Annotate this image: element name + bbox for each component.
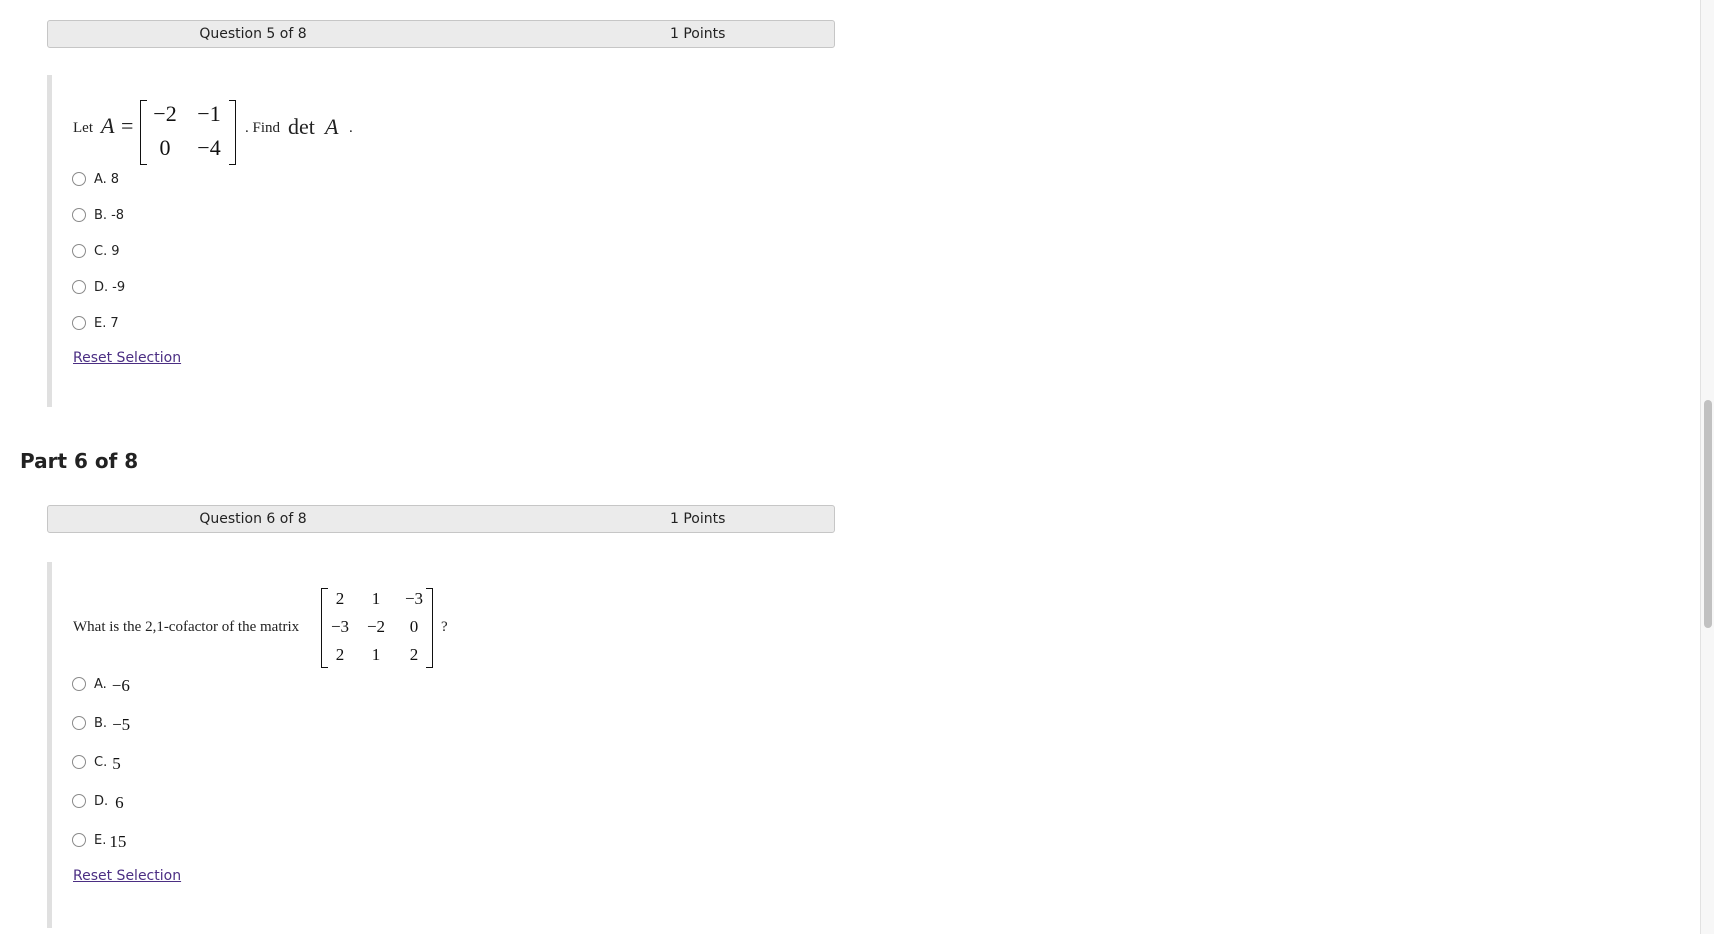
matrix-cell: −4 xyxy=(197,135,221,160)
radio-button[interactable] xyxy=(72,833,86,847)
choice-e[interactable]: E. 7 xyxy=(72,313,119,333)
stem-equals: = xyxy=(121,113,134,138)
question-5-header: Question 5 of 8 1 Points xyxy=(47,20,835,48)
question-6-header: Question 6 of 8 1 Points xyxy=(47,505,835,533)
choice-letter: E. xyxy=(94,315,107,331)
radio-button[interactable] xyxy=(72,755,86,769)
choice-text: -8 xyxy=(111,207,125,223)
choice-d[interactable]: D. 6 xyxy=(72,791,124,812)
choice-e[interactable]: E. 15 xyxy=(72,830,127,851)
matrix-cell: 2 xyxy=(335,589,345,608)
matrix-cell: −3 xyxy=(330,617,350,636)
scrollbar-thumb[interactable] xyxy=(1704,400,1712,628)
radio-button[interactable] xyxy=(72,244,86,258)
stem-suffix: ? xyxy=(441,619,448,635)
choice-letter: D. xyxy=(94,279,109,295)
matrix-cell: 2 xyxy=(409,645,419,664)
stem-det: det xyxy=(288,114,315,139)
choice-text: 8 xyxy=(110,171,120,187)
matrix-cell: −1 xyxy=(197,101,221,126)
radio-button[interactable] xyxy=(72,677,86,691)
radio-button[interactable] xyxy=(72,172,86,186)
choice-letter: A. xyxy=(94,171,107,187)
choice-c[interactable]: C. 9 xyxy=(72,241,120,261)
choice-text: 6 xyxy=(115,793,124,812)
choice-text: 7 xyxy=(110,315,119,331)
matrix: 2 1 −3 −3 −2 0 2 1 2 xyxy=(321,588,433,668)
choice-letter: D. xyxy=(94,793,109,809)
question-number: Question 5 of 8 xyxy=(199,26,307,42)
choice-text: −5 xyxy=(112,715,131,734)
choice-letter: E. xyxy=(94,832,107,848)
matrix-cell: −3 xyxy=(404,589,424,608)
question-number: Question 6 of 8 xyxy=(199,511,307,527)
choice-letter: C. xyxy=(94,754,108,770)
reset-selection-link[interactable]: Reset Selection xyxy=(73,350,181,366)
stem-prefix: What is the 2,1-cofactor of the matrix xyxy=(73,619,300,635)
question-6-body: What is the 2,1-cofactor of the matrix 2… xyxy=(47,562,812,928)
choice-text: 15 xyxy=(109,832,127,851)
choice-b[interactable]: B. −5 xyxy=(72,713,131,734)
choice-b[interactable]: B. -8 xyxy=(72,205,124,225)
matrix-A: −2 −1 0 −4 xyxy=(140,100,236,165)
choice-a[interactable]: A. −6 xyxy=(72,674,130,695)
choice-letter: B. xyxy=(94,715,108,731)
matrix-right-bracket xyxy=(229,100,236,165)
matrix-cell: −2 xyxy=(153,101,177,126)
question-points: 1 Points xyxy=(670,26,726,42)
quiz-page: Question 5 of 8 1 Points Let A = −2 −1 0… xyxy=(0,0,1700,934)
choice-c[interactable]: C. 5 xyxy=(72,752,121,773)
choice-text: 5 xyxy=(112,754,121,773)
choice-text: -9 xyxy=(112,279,126,295)
stem-prefix: Let xyxy=(73,120,93,136)
question-points: 1 Points xyxy=(670,511,726,527)
stem-det-variable: A xyxy=(325,114,339,139)
matrix-cell: 2 xyxy=(335,645,345,664)
choice-text: 9 xyxy=(111,243,120,259)
stem-suffix: . xyxy=(349,120,353,136)
choice-a[interactable]: A. 8 xyxy=(72,169,119,189)
radio-button[interactable] xyxy=(72,280,86,294)
radio-button[interactable] xyxy=(72,794,86,808)
choice-text: −6 xyxy=(111,676,130,695)
vertical-scrollbar[interactable] xyxy=(1700,0,1714,934)
matrix-cell: 1 xyxy=(371,589,381,608)
choice-letter: A. xyxy=(94,676,107,692)
matrix-cell: 0 xyxy=(409,617,419,636)
question-6-stem: What is the 2,1-cofactor of the matrix xyxy=(73,618,299,636)
part-title: Part 6 of 8 xyxy=(20,449,139,473)
radio-button[interactable] xyxy=(72,208,86,222)
stem-variable: A xyxy=(101,113,115,138)
radio-button[interactable] xyxy=(72,716,86,730)
stem-middle: . Find xyxy=(245,120,281,136)
matrix-cell: −2 xyxy=(366,617,386,636)
question-6-stem-tail: ? xyxy=(441,618,448,636)
radio-button[interactable] xyxy=(72,316,86,330)
choice-letter: B. xyxy=(94,207,108,223)
matrix-left-bracket xyxy=(140,100,147,165)
question-5-body: Let A = −2 −1 0 −4 . Find det A . A. 8 B… xyxy=(47,75,812,407)
matrix-cell: 0 xyxy=(159,135,171,160)
choice-letter: C. xyxy=(94,243,108,259)
reset-selection-link[interactable]: Reset Selection xyxy=(73,868,181,884)
matrix-cell: 1 xyxy=(371,645,381,664)
choice-d[interactable]: D. -9 xyxy=(72,277,125,297)
